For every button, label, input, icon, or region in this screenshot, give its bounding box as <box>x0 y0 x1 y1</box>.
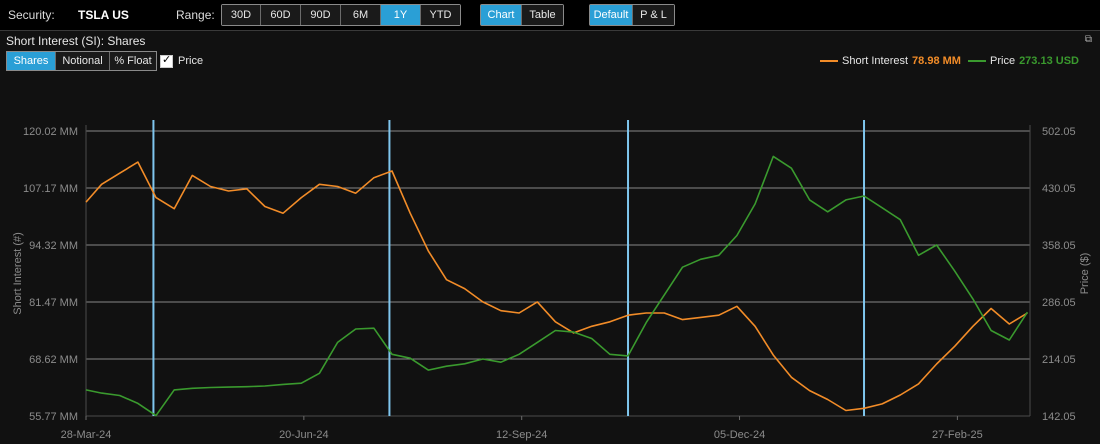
y2-tick-label-5: 142.05 <box>1042 411 1076 423</box>
series-line-short-interest <box>85 161 1028 412</box>
y-tick-label-4: 68.62 MM <box>29 354 78 366</box>
y2-tick-label-4: 214.05 <box>1042 354 1076 366</box>
y-axis-title: Short Interest (#) <box>12 232 24 315</box>
y2-axis-title: Price ($) <box>1079 253 1091 295</box>
y2-tick-label-3: 286.05 <box>1042 297 1076 309</box>
y2-tick-label-1: 430.05 <box>1042 183 1076 195</box>
y-tick-label-5: 55.77 MM <box>29 411 78 423</box>
x-tick-label-4: 27-Feb-25 <box>932 429 983 441</box>
y-tick-label-1: 107.17 MM <box>23 183 78 195</box>
y-tick-label-0: 120.02 MM <box>23 126 78 138</box>
y-tick-label-3: 81.47 MM <box>29 297 78 309</box>
short-interest-chart: 120.02 MM 107.17 MM 94.32 MM 81.47 MM 68.62 … <box>12 120 1091 441</box>
y2-tick-label-2: 358.05 <box>1042 240 1076 252</box>
x-tick-label-1: 20-Jun-24 <box>279 429 329 441</box>
y-tick-label-2: 94.32 MM <box>29 240 78 252</box>
series-line-price <box>85 155 1029 417</box>
x-tick-label-0: 28-Mar-24 <box>61 429 112 441</box>
x-tick-label-3: 05-Dec-24 <box>714 429 765 441</box>
x-tick-label-2: 12-Sep-24 <box>496 429 547 441</box>
y2-tick-label-0: 502.05 <box>1042 126 1076 138</box>
